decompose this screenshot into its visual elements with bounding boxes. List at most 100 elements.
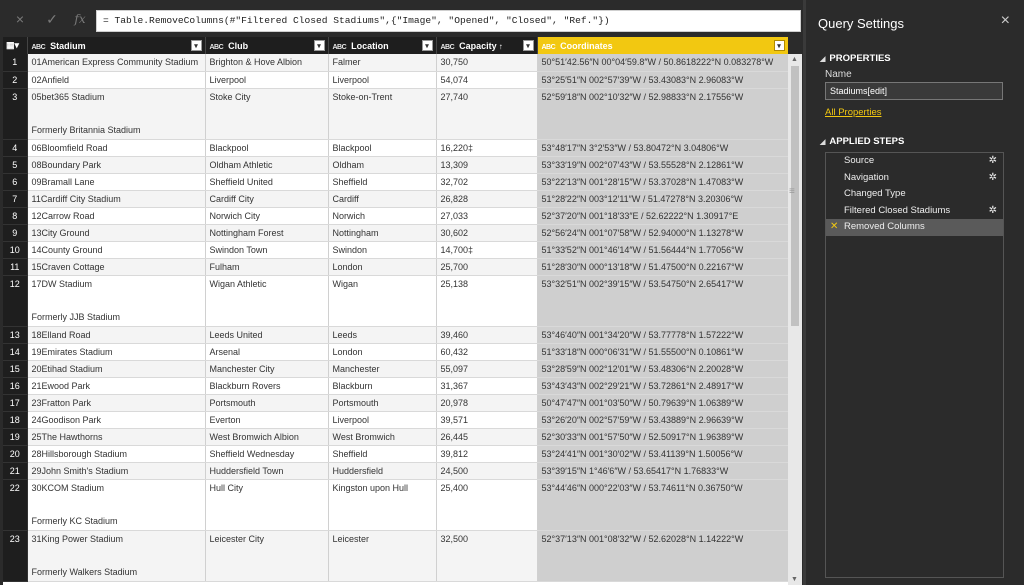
cell-location[interactable]: Falmer (328, 54, 437, 72)
cell-stadium[interactable]: 11Cardiff City Stadium (27, 190, 206, 208)
cell-club[interactable]: Portsmouth (205, 394, 329, 412)
all-properties-link[interactable]: All Properties (825, 107, 882, 118)
cell-location[interactable]: London (328, 258, 437, 276)
scroll-up-icon[interactable]: ▲ (791, 56, 798, 63)
cell-stadium[interactable]: 12Carrow Road (27, 207, 206, 225)
cell-capacity[interactable]: 26,445 (436, 428, 538, 446)
row-number[interactable]: 10 (3, 241, 28, 259)
step-changed-type[interactable]: Changed Type (826, 186, 1003, 203)
text-type-icon[interactable]: ABC (333, 44, 347, 51)
text-type-icon[interactable]: ABC (210, 44, 224, 51)
table-menu-button[interactable]: ▦▾ (3, 37, 28, 54)
cell-club[interactable]: Fulham (205, 258, 329, 276)
cancel-icon[interactable]: × (10, 9, 30, 29)
column-header-club[interactable]: ABC Club ▾ (205, 37, 329, 54)
cell-capacity[interactable]: 39,571 (436, 411, 538, 429)
cell-coordinates[interactable]: 53°26′20″N 002°57′59″W / 53.43889°N 2.96… (537, 411, 788, 429)
row-number[interactable]: 17 (3, 394, 28, 412)
column-header-location[interactable]: ABC Location ▾ (328, 37, 437, 54)
cell-capacity[interactable]: 20,978 (436, 394, 538, 412)
row-number[interactable]: 4 (3, 139, 28, 157)
cell-stadium[interactable]: 18Elland Road (27, 326, 206, 344)
cell-stadium[interactable]: 23Fratton Park (27, 394, 206, 412)
cell-location[interactable]: Swindon (328, 241, 437, 259)
cell-coordinates[interactable]: 53°43′43″N 002°29′21″W / 53.72861°N 2.48… (537, 377, 788, 395)
cell-location[interactable]: Kingston upon Hull (328, 479, 437, 531)
row-number[interactable]: 7 (3, 190, 28, 208)
cell-stadium[interactable]: 25The Hawthorns (27, 428, 206, 446)
cell-capacity[interactable]: 27,033 (436, 207, 538, 225)
formula-input[interactable]: = Table.RemoveColumns(#"Filtered Closed … (96, 10, 801, 32)
cell-location[interactable]: Leeds (328, 326, 437, 344)
cell-club[interactable]: Wigan Athletic (205, 275, 329, 327)
cell-coordinates[interactable]: 53°24′41″N 001°30′02″W / 53.41139°N 1.50… (537, 445, 788, 463)
column-header-coordinates[interactable]: ABC Coordinates ▾ (537, 37, 788, 54)
cell-coordinates[interactable]: 52°56′24″N 001°07′58″W / 52.94000°N 1.13… (537, 224, 788, 242)
cell-location[interactable]: Cardiff (328, 190, 437, 208)
text-type-icon[interactable]: ABC (542, 44, 556, 51)
cell-location[interactable]: Liverpool (328, 71, 437, 89)
row-number[interactable]: 6 (3, 173, 28, 191)
row-number[interactable]: 15 (3, 360, 28, 378)
cell-capacity[interactable]: 32,500 (436, 530, 538, 582)
cell-capacity[interactable]: 24,500 (436, 462, 538, 480)
query-name-input[interactable]: Stadiums[edit] (825, 82, 1003, 100)
cell-capacity[interactable]: 54,074 (436, 71, 538, 89)
cell-club[interactable]: Liverpool (205, 71, 329, 89)
cell-capacity[interactable]: 39,812 (436, 445, 538, 463)
cell-stadium[interactable]: 30KCOM Stadium Formerly KC Stadium (27, 479, 206, 531)
cell-coordinates[interactable]: 52°37′20″N 001°18′33″E / 52.62222°N 1.30… (537, 207, 788, 225)
row-number[interactable]: 22 (3, 479, 28, 531)
cell-club[interactable]: Leicester City (205, 530, 329, 582)
row-number[interactable]: 23 (3, 530, 28, 582)
gear-icon[interactable]: ✲ (989, 203, 997, 220)
text-type-icon[interactable]: ABC (441, 44, 455, 51)
cell-coordinates[interactable]: 53°33′19″N 002°07′43″W / 53.55528°N 2.12… (537, 156, 788, 174)
cell-coordinates[interactable]: 53°48′17″N 3°2′53″W / 53.80472°N 3.04806… (537, 139, 788, 157)
cell-capacity[interactable]: 60,432 (436, 343, 538, 361)
delete-step-icon[interactable]: ✕ (830, 219, 838, 236)
collapse-triangle-icon[interactable]: ◢ (820, 139, 825, 146)
cell-club[interactable]: Everton (205, 411, 329, 429)
cell-coordinates[interactable]: 53°22′13″N 001°28′15″W / 53.37028°N 1.47… (537, 173, 788, 191)
cell-club[interactable]: Hull City (205, 479, 329, 531)
cell-location[interactable]: Liverpool (328, 411, 437, 429)
filter-dropdown-icon[interactable]: ▾ (313, 40, 325, 51)
row-number[interactable]: 2 (3, 71, 28, 89)
cell-capacity[interactable]: 25,138 (436, 275, 538, 327)
cell-stadium[interactable]: 13City Ground (27, 224, 206, 242)
cell-coordinates[interactable]: 53°25′51″N 002°57′39″W / 53.43083°N 2.96… (537, 71, 788, 89)
cell-location[interactable]: Nottingham (328, 224, 437, 242)
cell-stadium[interactable]: 28Hillsborough Stadium (27, 445, 206, 463)
cell-stadium[interactable]: 01American Express Community Stadium (27, 54, 206, 72)
cell-stadium[interactable]: 02Anfield (27, 71, 206, 89)
cell-location[interactable]: Sheffield (328, 445, 437, 463)
cell-stadium[interactable]: 14County Ground (27, 241, 206, 259)
column-header-capacity[interactable]: ABC Capacity ↑ ▾ (436, 37, 538, 54)
cell-club[interactable]: Manchester City (205, 360, 329, 378)
cell-capacity[interactable]: 25,400 (436, 479, 538, 531)
cell-capacity[interactable]: 16,220‡ (436, 139, 538, 157)
row-number[interactable]: 21 (3, 462, 28, 480)
cell-club[interactable]: Oldham Athletic (205, 156, 329, 174)
row-number[interactable]: 11 (3, 258, 28, 276)
cell-coordinates[interactable]: 53°39′15″N 1°46′6″W / 53.65417°N 1.76833… (537, 462, 788, 480)
cell-stadium[interactable]: 06Bloomfield Road (27, 139, 206, 157)
cell-club[interactable]: Nottingham Forest (205, 224, 329, 242)
cell-stadium[interactable]: 15Craven Cottage (27, 258, 206, 276)
cell-location[interactable]: Huddersfield (328, 462, 437, 480)
cell-coordinates[interactable]: 52°59′18″N 002°10′32″W / 52.98833°N 2.17… (537, 88, 788, 140)
row-number[interactable]: 16 (3, 377, 28, 395)
filter-dropdown-icon[interactable]: ▾ (190, 40, 202, 51)
close-icon[interactable]: × (1001, 12, 1010, 30)
cell-stadium[interactable]: 09Bramall Lane (27, 173, 206, 191)
cell-club[interactable]: West Bromwich Albion (205, 428, 329, 446)
cell-capacity[interactable]: 14,700‡ (436, 241, 538, 259)
cell-location[interactable]: Blackpool (328, 139, 437, 157)
cell-capacity[interactable]: 27,740 (436, 88, 538, 140)
column-header-stadium[interactable]: ABC Stadium ▾ (27, 37, 206, 54)
cell-stadium[interactable]: 19Emirates Stadium (27, 343, 206, 361)
cell-stadium[interactable]: 24Goodison Park (27, 411, 206, 429)
row-number[interactable]: 20 (3, 445, 28, 463)
step-source[interactable]: Source ✲ (826, 153, 1003, 170)
